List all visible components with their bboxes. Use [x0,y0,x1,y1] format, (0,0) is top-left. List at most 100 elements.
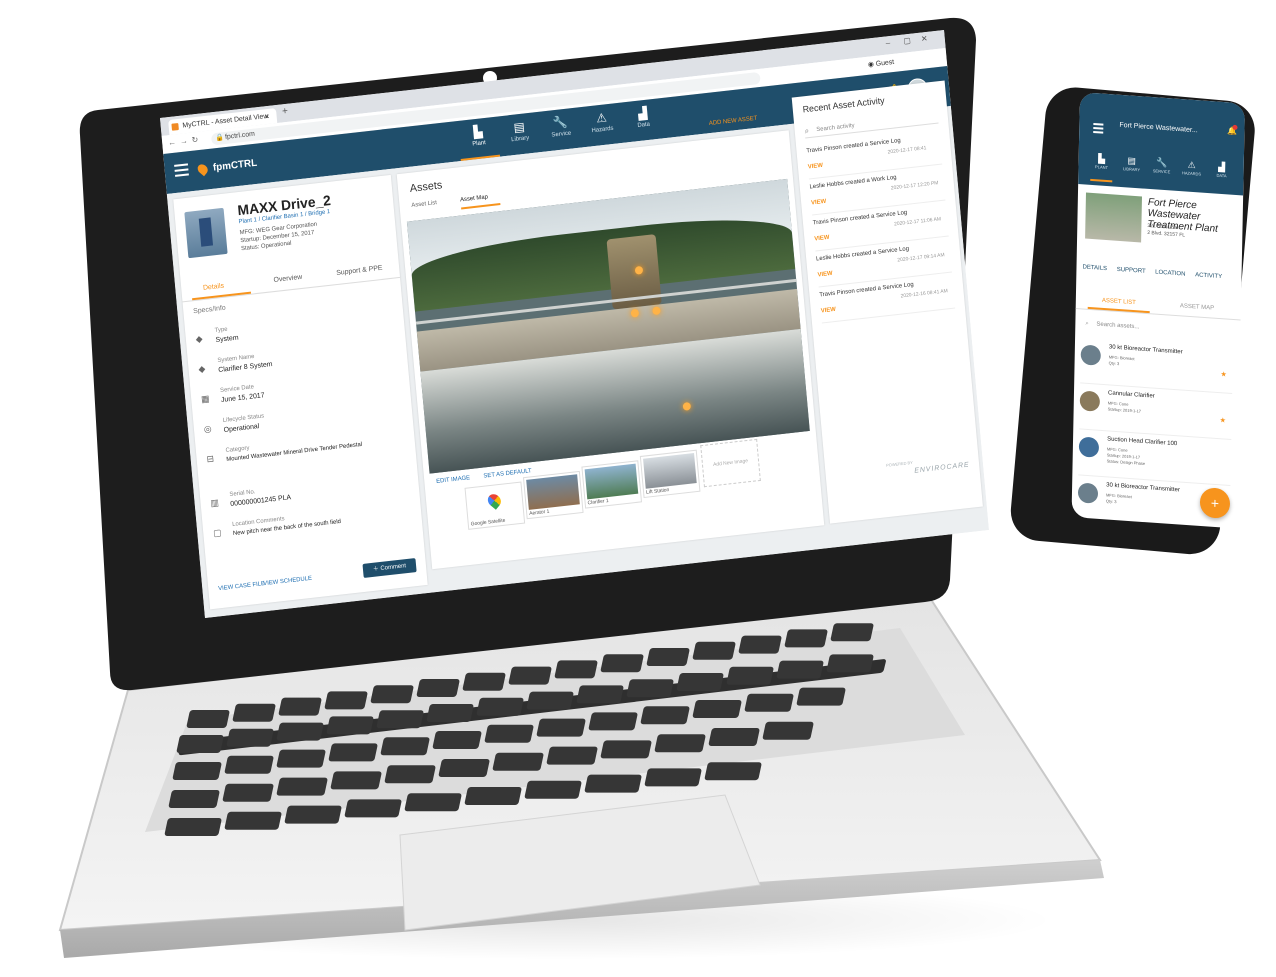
brand-caption: POWERED BY [885,459,913,468]
notification-dot [1232,124,1238,131]
app-logo: fpmCTRL [195,154,258,181]
active-tab-indicator [461,203,501,210]
thumb-lift-station[interactable]: Lift Station [639,449,701,499]
tab-details[interactable]: Details [203,283,225,292]
tag-icon: ◆ [198,363,206,375]
map-pin-icon [485,491,504,510]
minimize-icon[interactable]: – [885,38,890,47]
active-nav-indicator [1090,178,1113,183]
tab-overview[interactable]: Overview [273,274,302,284]
search-icon: ⌕ [1085,320,1089,327]
asset-tabs: Details Overview Support & PPE [180,258,401,303]
asset-meta: MFG: WEG Gear Corporation Startup: Decem… [239,221,318,253]
close-window-icon[interactable]: ✕ [921,34,928,44]
tab-asset-map[interactable]: ASSET MAP [1180,303,1214,311]
back-icon[interactable]: ← [168,137,177,147]
address-text: fpctrl.com [224,130,256,141]
menu-icon[interactable] [1093,122,1104,136]
tab-support[interactable]: SUPPORT [1117,267,1146,275]
phone-search-input[interactable]: ⌕ Search assets... [1085,321,1139,332]
favicon-icon [171,123,179,131]
view-link[interactable]: VIEW [821,307,837,315]
section-label: Specs/Info [192,304,227,316]
profile-icon: ◉ [867,61,875,69]
warning-icon: ⚠ [595,110,608,126]
phone-nav-plant[interactable]: ▙ PLANT [1086,153,1116,171]
asset-photo [406,178,810,474]
status-icon: ◎ [203,423,213,435]
tab-location[interactable]: LOCATION [1155,270,1185,278]
thumb-clarifier[interactable]: Clarifier 1 [581,460,643,509]
asset-avatar [1078,436,1100,458]
barcode-icon: ▥ [210,497,220,509]
asset-detail-panel: MAXX Drive_2 Plant 1 / Clarifier Basin 1… [173,174,428,610]
phone-subtabs: ASSET LIST ASSET MAP [1075,292,1241,321]
chart-icon: ▟ [637,105,648,121]
brand-logo: ENVIROCARE [914,461,970,475]
maximize-icon[interactable]: ▢ [903,36,911,46]
star-icon[interactable]: ★ [1220,370,1226,378]
activity-title: Recent Asset Activity [802,95,885,115]
plant-image [1085,192,1142,243]
tab-activity[interactable]: ACTIVITY [1195,272,1222,280]
assets-title: Assets [409,179,443,195]
edit-image-link[interactable]: EDIT IMAGE [436,475,470,485]
phone-title: Fort Pierce Wastewater... [1119,121,1198,135]
phone-header: Fort Pierce Wastewater... 🔔 ▙ PLANT ▤ LIBR… [1078,92,1245,196]
tab-support[interactable]: Support & PPE [336,265,383,277]
reload-icon[interactable]: ↻ [191,135,198,145]
menu-icon[interactable] [174,163,189,177]
phone-nav-library[interactable]: ▤ LIBRARY [1116,155,1146,173]
activity-panel: Recent Asset Activity ⌕ Search activity … [791,80,983,524]
tab-asset-map[interactable]: Asset Map [460,194,488,203]
phone-nav-hazards[interactable]: ⚠ HAZARDS [1176,159,1206,177]
assets-panel: ADD NEW ASSET Assets Asset List Asset Ma… [396,116,825,570]
library-icon: ▤ [512,119,526,135]
nav-hazards[interactable]: ⚠ Hazards [581,107,623,145]
nav-library[interactable]: ▤ Library [499,116,541,154]
calendar-icon: ▦ [200,393,210,405]
new-tab-icon[interactable]: + [282,106,289,118]
asset-avatar [1080,344,1101,366]
asset-avatar [1079,390,1101,412]
nav-service[interactable]: 🔧 Service [540,111,582,149]
forward-icon[interactable]: → [180,136,189,146]
phone-nav-service[interactable]: 🔧 SERVICE [1146,157,1176,175]
active-tab-indicator [192,291,252,301]
profile-label: Guest [875,58,895,68]
factory-icon: ▙ [472,124,484,140]
lock-icon: 🔒 [214,134,225,143]
star-icon[interactable]: ★ [1220,416,1226,424]
view-schedule-link[interactable]: VIEW SCHEDULE [263,576,312,587]
asset-avatar [1077,482,1099,504]
comment-icon: ▢ [212,527,223,539]
logo-pin-icon [195,162,210,177]
tag-icon: ◆ [195,333,203,345]
tab-asset-list[interactable]: ASSET LIST [1102,298,1136,306]
view-link[interactable]: VIEW [811,199,827,207]
thumb-google-satellite[interactable]: Google Satellite [464,481,526,530]
category-icon: ⊟ [206,453,215,465]
wrench-icon: 🔧 [552,114,569,131]
view-case-file-link[interactable]: VIEW CASE FILE [218,581,265,592]
nav-plant[interactable]: ▙ Plant [457,120,501,161]
thumb-aerator[interactable]: Aerator 1 [522,470,584,520]
app-body: MAXX Drive_2 Plant 1 / Clarifier Basin 1… [166,80,989,618]
view-link[interactable]: VIEW [808,163,824,171]
notification-bell-icon[interactable]: 🔔 [1227,124,1238,136]
search-icon: ⌕ [804,126,810,136]
laptop-screen: MyCTRL - Asset Detail View × + – ▢ ✕ ← →… [160,30,989,618]
view-link[interactable]: VIEW [814,235,830,243]
asset-image [184,207,228,259]
close-tab-icon[interactable]: × [264,109,270,125]
view-link[interactable]: VIEW [817,271,833,279]
phone-tabs: DETAILS SUPPORT LOCATION ACTIVITY [1076,264,1241,282]
phone-screen: Fort Pierce Wastewater... 🔔 ▙ PLANT ▤ LIBR… [1071,92,1245,529]
phone-nav-data[interactable]: ▟ DATA [1206,161,1236,179]
add-image-tile[interactable]: Add New Image [700,438,761,488]
tab-asset-list[interactable]: Asset List [411,200,437,209]
tab-details[interactable]: DETAILS [1082,264,1107,272]
nav-data[interactable]: ▟ Data [622,102,664,140]
plant-meta: 321-555-1234 2 Blvd. 32157 FL [1147,222,1186,239]
comment-button[interactable]: ＋ Comment [362,558,417,578]
